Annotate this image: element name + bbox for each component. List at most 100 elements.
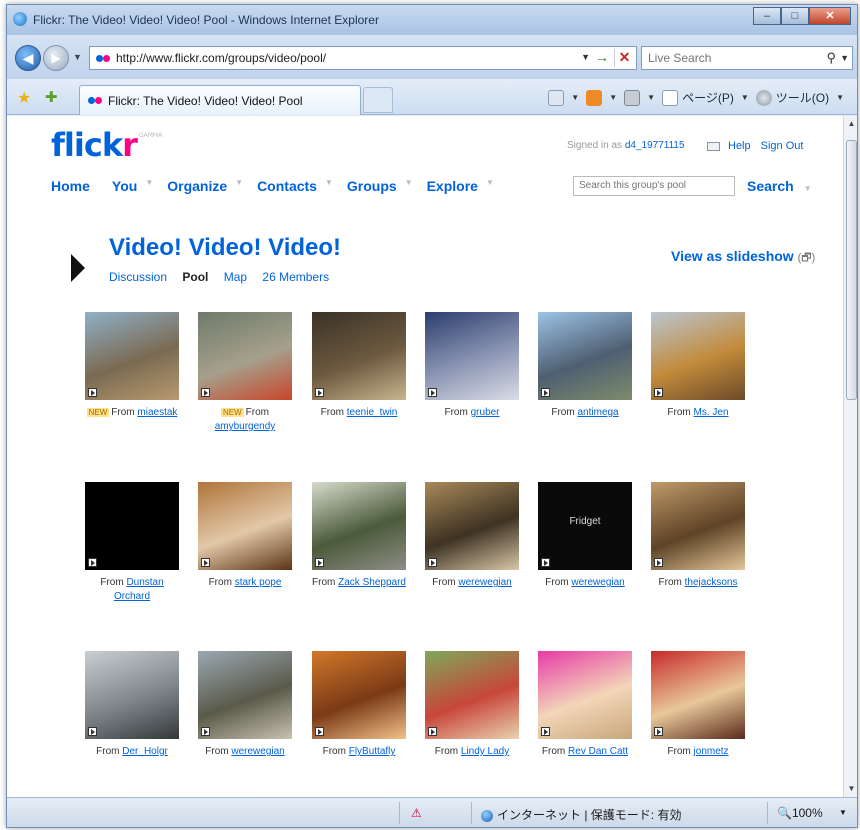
go-arrow-icon[interactable]: →	[592, 49, 612, 67]
nav-home[interactable]: Home	[51, 178, 90, 194]
from-label: From	[205, 746, 229, 757]
new-tab-button[interactable]	[363, 87, 393, 113]
search-dropdown-icon[interactable]: ▼	[840, 53, 849, 63]
security-icon[interactable]: ⚠	[411, 806, 422, 820]
video-thumbnail[interactable]	[198, 651, 292, 739]
print-icon[interactable]	[624, 89, 641, 106]
owner-link[interactable]: Rev Dan Catt	[568, 746, 628, 757]
page-menu[interactable]: ページ(P)	[682, 89, 734, 106]
owner-link[interactable]: Der_Holgr	[122, 746, 168, 757]
from-label: From	[100, 577, 124, 588]
video-thumbnail[interactable]: Fridget	[538, 482, 632, 570]
owner-link[interactable]: werewegian	[458, 577, 511, 588]
live-search-input[interactable]	[648, 51, 808, 65]
video-badge-icon	[654, 727, 663, 736]
close-button[interactable]: ✕	[809, 7, 851, 25]
group-title[interactable]: Video! Video! Video!	[109, 234, 341, 262]
pool-search-button[interactable]: Search ▼	[747, 178, 812, 194]
minimize-button[interactable]: –	[753, 7, 781, 25]
search-icon[interactable]: ⚲	[826, 50, 836, 66]
chevron-down-icon[interactable]: ▼	[486, 178, 494, 194]
username-link[interactable]: d4_19771115	[625, 140, 685, 151]
mail-icon[interactable]	[707, 141, 720, 151]
photo-item: From Dunstan Orchard	[83, 482, 181, 604]
chevron-down-icon[interactable]: ▼	[405, 178, 413, 194]
video-badge-icon	[428, 388, 437, 397]
tab-discussion[interactable]: Discussion	[109, 270, 167, 284]
video-thumbnail[interactable]	[312, 312, 406, 400]
tab-flickr-pool[interactable]: Flickr: The Video! Video! Video! Pool	[79, 85, 361, 115]
owner-link[interactable]: thejacksons	[685, 577, 738, 588]
chevron-down-icon[interactable]: ▼	[235, 178, 243, 194]
owner-link[interactable]: FlyButtafly	[349, 746, 396, 757]
owner-link[interactable]: Lindy Lady	[461, 746, 509, 757]
history-dropdown-icon[interactable]: ▼	[73, 52, 82, 62]
feeds-icon[interactable]	[586, 89, 603, 106]
video-thumbnail[interactable]	[651, 482, 745, 570]
zoom-dropdown-icon[interactable]: ▼	[839, 808, 847, 817]
chevron-down-icon[interactable]: ▼	[325, 178, 333, 194]
live-search-box[interactable]: ⚲ ▼	[641, 46, 853, 70]
back-button[interactable]: ◀	[15, 45, 41, 71]
chevron-down-icon[interactable]: ▼	[804, 184, 812, 193]
forward-button[interactable]: ▶	[43, 45, 69, 71]
view-slideshow-link[interactable]: View as slideshow (🗗)	[671, 248, 815, 268]
home-icon[interactable]	[548, 89, 565, 106]
nav-groups[interactable]: Groups	[347, 178, 397, 194]
owner-link[interactable]: stark pope	[235, 577, 282, 588]
video-thumbnail[interactable]	[85, 312, 179, 400]
tools-menu[interactable]: ツール(O)	[776, 89, 829, 106]
video-thumbnail[interactable]	[312, 482, 406, 570]
zoom-level[interactable]: 🔍100%	[777, 806, 823, 820]
vertical-scrollbar[interactable]: ▲ ▼	[843, 116, 857, 797]
nav-contacts[interactable]: Contacts	[257, 178, 317, 194]
address-url[interactable]: http://www.flickr.com/groups/video/pool/	[116, 51, 326, 65]
members-link[interactable]: 26 Members	[262, 270, 329, 284]
pool-search-box[interactable]	[573, 176, 735, 196]
owner-link[interactable]: antimega	[577, 407, 618, 418]
video-thumbnail[interactable]	[425, 312, 519, 400]
video-thumbnail[interactable]	[425, 651, 519, 739]
video-thumbnail[interactable]	[198, 482, 292, 570]
video-thumbnail[interactable]	[312, 651, 406, 739]
scroll-up-icon[interactable]: ▲	[844, 116, 857, 132]
owner-link[interactable]: werewegian	[571, 577, 624, 588]
owner-link[interactable]: gruber	[471, 407, 500, 418]
owner-link[interactable]: amyburgendy	[215, 421, 276, 432]
address-dropdown-icon[interactable]: ▼	[581, 52, 590, 62]
video-thumbnail[interactable]	[651, 651, 745, 739]
nav-you[interactable]: You	[112, 178, 137, 194]
maximize-button[interactable]: □	[781, 7, 809, 25]
owner-link[interactable]: werewegian	[231, 746, 284, 757]
flickr-logo[interactable]: flickr GAMMA	[51, 126, 162, 164]
owner-link[interactable]: Zack Sheppard	[338, 577, 406, 588]
sign-out-link[interactable]: Sign Out	[761, 140, 804, 152]
scroll-thumb[interactable]	[846, 140, 857, 400]
photo-item: From stark pope	[196, 482, 294, 590]
owner-link[interactable]: teenie_twin	[347, 407, 398, 418]
owner-link[interactable]: miaestak	[137, 407, 177, 418]
add-favorites-icon[interactable]: ✚	[45, 88, 58, 106]
video-thumbnail[interactable]	[85, 482, 179, 570]
nav-organize[interactable]: Organize	[167, 178, 227, 194]
video-thumbnail[interactable]	[538, 651, 632, 739]
video-thumbnail[interactable]	[198, 312, 292, 400]
favorites-star-icon[interactable]: ★	[17, 88, 31, 108]
pool-search-input[interactable]	[579, 180, 729, 191]
tab-row: ★ ✚ Flickr: The Video! Video! Video! Poo…	[7, 79, 857, 115]
tab-map[interactable]: Map	[224, 270, 247, 284]
help-link[interactable]: Help	[728, 140, 751, 152]
owner-link[interactable]: Ms. Jen	[694, 407, 729, 418]
video-thumbnail[interactable]	[425, 482, 519, 570]
scroll-down-icon[interactable]: ▼	[844, 781, 857, 797]
chevron-down-icon[interactable]: ▼	[145, 178, 153, 194]
address-bar[interactable]: http://www.flickr.com/groups/video/pool/…	[89, 46, 637, 70]
video-thumbnail[interactable]	[538, 312, 632, 400]
video-thumbnail[interactable]	[85, 651, 179, 739]
video-thumbnail[interactable]	[651, 312, 745, 400]
nav-explore[interactable]: Explore	[427, 178, 478, 194]
owner-link[interactable]: jonmetz	[694, 746, 729, 757]
photo-item: NEW From miaestak	[83, 312, 181, 420]
stop-icon[interactable]: ✕	[614, 49, 634, 67]
tab-title: Flickr: The Video! Video! Video! Pool	[108, 94, 303, 108]
